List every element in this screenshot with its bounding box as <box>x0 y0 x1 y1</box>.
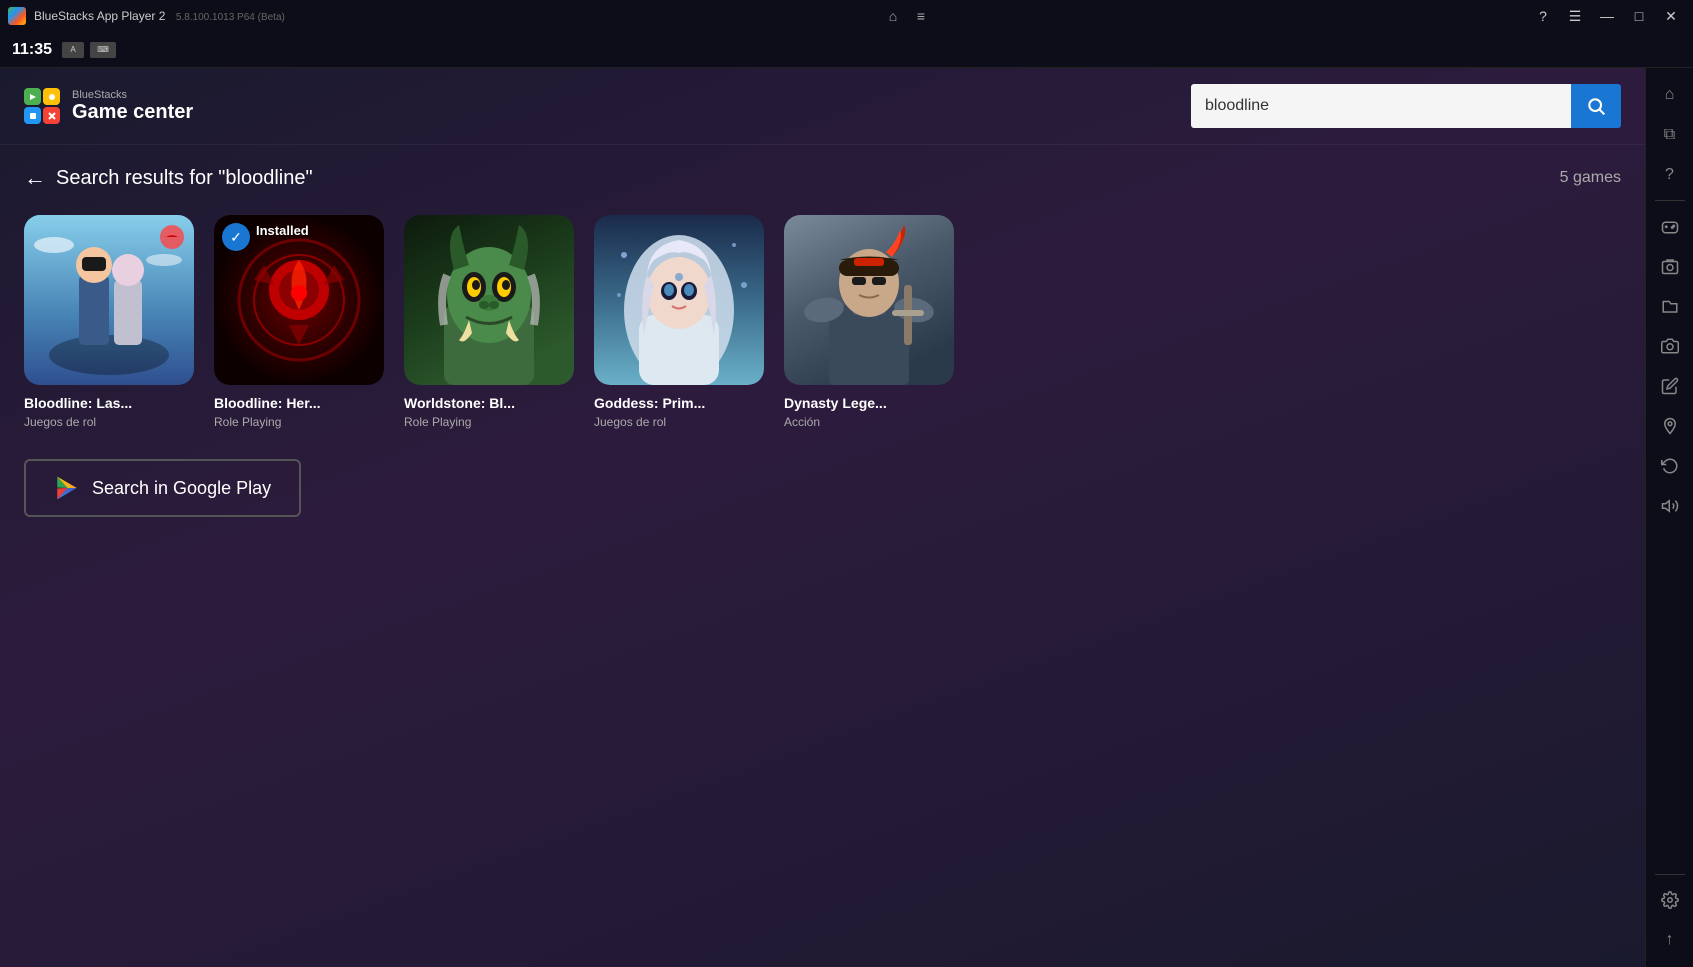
game-genre-2: Role Playing <box>214 415 384 429</box>
app-name-label: BlueStacks App Player 2 <box>34 9 165 23</box>
game-image-4 <box>594 215 764 385</box>
sidebar-help-icon[interactable]: ? <box>1652 157 1688 193</box>
title-bar-left: BlueStacks App Player 2 5.8.100.1013 P64… <box>8 7 285 25</box>
help-titlebar-btn[interactable]: ? <box>1529 6 1557 26</box>
right-sidebar: ⌂ ⧉ ? <box>1645 68 1693 967</box>
sidebar-arrow-up-icon[interactable]: ↑ <box>1652 922 1688 958</box>
app-header: BlueStacks Game center <box>0 68 1645 145</box>
game-art-4 <box>594 215 764 385</box>
installed-badge-2: ✓ <box>222 223 250 251</box>
games-grid: Bloodline: Las... Juegos de rol <box>24 215 1621 429</box>
sidebar-location-icon[interactable] <box>1652 408 1688 444</box>
game-genre-5: Acción <box>784 415 954 429</box>
sidebar-settings-icon[interactable] <box>1652 882 1688 918</box>
app-title: Game center <box>72 101 193 124</box>
game-art-5 <box>784 215 954 385</box>
game-name-4: Goddess: Prim... <box>594 395 764 411</box>
sidebar-refresh-icon[interactable] <box>1652 448 1688 484</box>
game-card-5[interactable]: Dynasty Lege... Acción <box>784 215 954 429</box>
keyboard-icon: ⌨ <box>90 42 116 58</box>
version-label: 5.8.100.1013 P64 (Beta) <box>176 12 285 23</box>
sidebar-divider-2 <box>1655 874 1685 875</box>
sidebar-volume-icon[interactable] <box>1652 488 1688 524</box>
hamburger-titlebar-btn[interactable]: ☰ <box>1561 6 1589 26</box>
time-icons: A ⌨ <box>62 42 116 58</box>
menu-titlebar-icon[interactable]: ≡ <box>909 4 933 28</box>
results-header-left: ← Search results for "bloodline" <box>24 165 313 191</box>
game-image-5 <box>784 215 954 385</box>
search-section[interactable] <box>1191 84 1621 128</box>
bluestacks-logo <box>8 7 26 25</box>
search-button[interactable] <box>1571 84 1621 128</box>
time-bar: 11:35 A ⌨ <box>0 32 1693 68</box>
minimize-btn[interactable]: — <box>1593 6 1621 26</box>
sidebar-divider-1 <box>1655 200 1685 201</box>
header-left: BlueStacks Game center <box>24 88 193 124</box>
content-area: BlueStacks Game center ← <box>0 68 1645 967</box>
main-layout: BlueStacks Game center ← <box>0 68 1693 967</box>
time-display: 11:35 <box>12 41 52 59</box>
sidebar-gamepad-icon[interactable] <box>1652 208 1688 244</box>
app-title-group: BlueStacks Game center <box>72 89 193 124</box>
sidebar-multiwindow-icon[interactable]: ⧉ <box>1652 117 1688 153</box>
game-genre-1: Juegos de rol <box>24 415 194 429</box>
title-bar-mid-controls[interactable]: ⌂ ≡ <box>881 4 933 28</box>
google-play-search-button[interactable]: Search in Google Play <box>24 459 301 517</box>
game-card-3[interactable]: Worldstone: Bl... Role Playing <box>404 215 574 429</box>
sidebar-camera-icon[interactable] <box>1652 328 1688 364</box>
game-image-2: ✓ Installed <box>214 215 384 385</box>
results-header: ← Search results for "bloodline" 5 games <box>24 165 1621 191</box>
icon-a: A <box>62 42 84 58</box>
sidebar-folder-icon[interactable] <box>1652 288 1688 324</box>
installed-label-2: Installed <box>256 223 309 238</box>
search-icon <box>1586 96 1606 116</box>
game-genre-3: Role Playing <box>404 415 574 429</box>
sidebar-home-icon[interactable]: ⌂ <box>1652 77 1688 113</box>
game-card-1[interactable]: Bloodline: Las... Juegos de rol <box>24 215 194 429</box>
game-image-1 <box>24 215 194 385</box>
bs-icon-yellow <box>43 88 60 105</box>
game-card-2[interactable]: ✓ Installed Bloodline: Her... Role Playi… <box>214 215 384 429</box>
game-name-3: Worldstone: Bl... <box>404 395 574 411</box>
results-title: Search results for "bloodline" <box>56 167 313 190</box>
game-genre-4: Juegos de rol <box>594 415 764 429</box>
game-card-4[interactable]: Goddess: Prim... Juegos de rol <box>594 215 764 429</box>
title-bar-app-name: BlueStacks App Player 2 5.8.100.1013 P64… <box>34 7 285 25</box>
bs-icon-red <box>43 107 60 124</box>
home-titlebar-icon[interactable]: ⌂ <box>881 4 905 28</box>
google-play-icon <box>54 475 80 501</box>
game-art-3 <box>404 215 574 385</box>
sidebar-screenshot-icon[interactable] <box>1652 248 1688 284</box>
game-image-3 <box>404 215 574 385</box>
search-input[interactable] <box>1191 84 1571 128</box>
window-controls[interactable]: ? ☰ — □ ✕ <box>1529 6 1685 26</box>
results-count: 5 games <box>1560 169 1621 187</box>
bs-icon-blue <box>24 107 41 124</box>
results-section: ← Search results for "bloodline" 5 games <box>0 145 1645 537</box>
app-brand: BlueStacks <box>72 89 193 101</box>
bluestacks-icon-grid <box>24 88 60 124</box>
game-name-2: Bloodline: Her... <box>214 395 384 411</box>
back-arrow[interactable]: ← <box>24 165 46 191</box>
game-name-5: Dynasty Lege... <box>784 395 954 411</box>
google-play-label: Search in Google Play <box>92 478 271 499</box>
close-btn[interactable]: ✕ <box>1657 6 1685 26</box>
sidebar-edit-icon[interactable] <box>1652 368 1688 404</box>
maximize-btn[interactable]: □ <box>1625 6 1653 26</box>
results-query: "bloodline" <box>218 167 312 189</box>
game-art-1 <box>24 215 194 385</box>
bs-icon-green <box>24 88 41 105</box>
title-bar: BlueStacks App Player 2 5.8.100.1013 P64… <box>0 0 1693 32</box>
results-prefix: Search results for <box>56 167 218 189</box>
game-name-1: Bloodline: Las... <box>24 395 194 411</box>
